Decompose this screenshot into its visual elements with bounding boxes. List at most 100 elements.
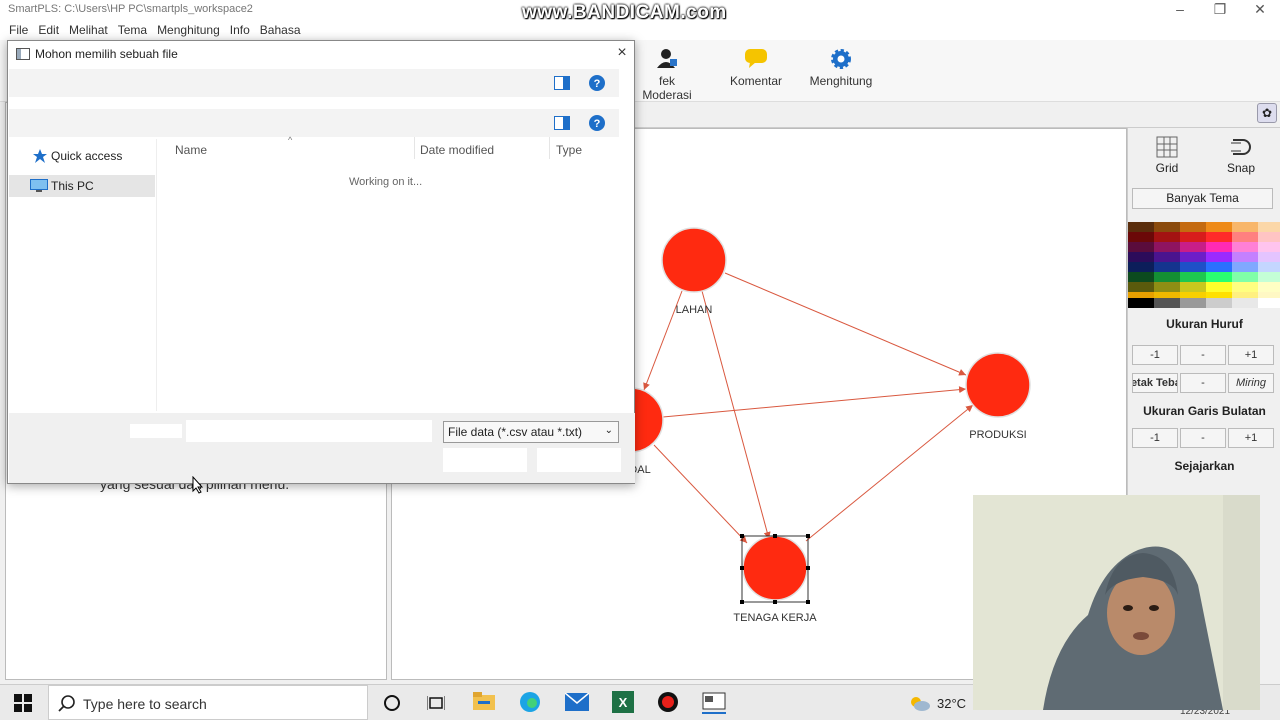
snap-button[interactable]: Snap (1224, 136, 1258, 175)
font-size-decrease-button[interactable]: -1 (1132, 345, 1178, 365)
dialog-toolbar (9, 109, 619, 137)
taskbar-search[interactable]: Type here to search (48, 685, 368, 720)
presenter-video (973, 495, 1260, 710)
menu-bar: File Edit Melihat Tema Menghitung Info B… (0, 20, 1280, 40)
mail-icon[interactable] (564, 692, 590, 714)
maximize-button[interactable]: ❐ (1200, 0, 1240, 20)
italic-button[interactable]: Miring (1228, 373, 1274, 393)
color-palette[interactable] (1128, 222, 1280, 308)
loading-status: Working on it... (349, 176, 423, 188)
filename-label-placeholder (130, 424, 182, 438)
smartpls-taskbar-icon[interactable] (702, 692, 726, 714)
file-explorer-icon[interactable] (473, 692, 495, 715)
nav-this-pc[interactable]: This PC (9, 175, 155, 197)
column-date-header[interactable]: Date modified (420, 143, 494, 157)
bandicam-icon[interactable] (657, 691, 679, 716)
calculate-label: Menghitung (809, 74, 873, 88)
grid-icon (1156, 136, 1178, 158)
column-name-header[interactable]: Name (175, 143, 207, 157)
comment-button[interactable]: Komentar (726, 48, 786, 88)
windows-start-button[interactable] (14, 694, 32, 715)
window-title: SmartPLS: C:\Users\HP PC\smartpls_worksp… (8, 3, 253, 15)
weather-icon[interactable] (908, 694, 930, 715)
column-type-header[interactable]: Type (556, 143, 582, 157)
search-placeholder: Type here to search (83, 696, 207, 712)
comment-icon (745, 48, 767, 68)
font-size-increase-button[interactable]: +1 (1228, 345, 1274, 365)
ghost-toolbar (9, 69, 619, 97)
edge-browser-icon[interactable] (519, 691, 541, 716)
cursor-icon (192, 476, 204, 494)
dialog-close-button[interactable]: × (612, 43, 632, 63)
edge-modal-produksi[interactable] (662, 386, 967, 418)
edge-lahan-produksi[interactable] (724, 272, 967, 376)
sort-arrow-icon: ^ (288, 135, 293, 145)
dialog-title-bar: Mohon memilih sebuah file × (8, 41, 634, 67)
user-add-icon (656, 48, 678, 68)
align-heading: Sejajarkan (1174, 459, 1235, 473)
excel-icon[interactable]: X (612, 691, 634, 716)
menu-view[interactable]: Melihat (64, 20, 113, 40)
open-button[interactable] (443, 448, 527, 472)
computer-icon (30, 179, 48, 192)
cortana-icon[interactable] (383, 694, 401, 715)
moderation-label: fek Moderasi (642, 74, 692, 102)
node-label-lahan: LAHAN (676, 304, 713, 316)
bold-button[interactable]: Cetak Tebal (1132, 373, 1178, 393)
preview-pane-icon[interactable] (554, 116, 570, 133)
window-icon (16, 48, 30, 60)
menu-edit[interactable]: Edit (33, 20, 64, 40)
menu-theme[interactable]: Tema (113, 20, 152, 40)
help-icon[interactable]: ? (588, 74, 606, 95)
chevron-down-icon: ⌄ (604, 425, 613, 436)
moderation-button[interactable]: fek Moderasi (634, 48, 700, 102)
menu-language[interactable]: Bahasa (255, 20, 306, 40)
comment-label: Komentar (729, 74, 783, 88)
magnet-icon (1231, 139, 1251, 155)
edge-lahan-tenaga[interactable] (701, 290, 771, 540)
grid-button[interactable]: Grid (1150, 136, 1184, 175)
task-view-icon[interactable] (426, 694, 446, 715)
line-size-increase-button[interactable]: +1 (1228, 428, 1274, 448)
line-size-reset-button[interactable]: - (1180, 428, 1226, 448)
font-size-heading: Ukuran Huruf (1166, 317, 1243, 331)
node-lahan[interactable] (661, 227, 727, 293)
palette-icon[interactable]: ✿ (1257, 103, 1277, 123)
style-reset-button[interactable]: - (1180, 373, 1226, 393)
help-icon[interactable]: ? (588, 114, 606, 135)
nav-this-pc-label: This PC (51, 179, 94, 193)
minimize-button[interactable]: – (1160, 0, 1200, 20)
line-size-decrease-button[interactable]: -1 (1132, 428, 1178, 448)
cancel-button[interactable] (537, 448, 621, 472)
node-label-tenaga-kerja: TENAGA KERJA (733, 612, 817, 624)
webcam-overlay (973, 495, 1260, 710)
windows-logo-icon (14, 694, 32, 712)
grid-label: Grid (1155, 161, 1179, 175)
star-icon (33, 149, 47, 163)
menu-file[interactable]: File (4, 20, 33, 40)
calculate-button[interactable]: Menghitung (806, 48, 876, 88)
node-tenaga-kerja[interactable] (742, 535, 808, 601)
themes-button[interactable]: Banyak Tema (1132, 188, 1273, 209)
temperature-text: 32°C (937, 696, 967, 711)
navigation-pane: Quick access This PC (9, 139, 157, 411)
file-open-dialog: Mohon memilih sebuah file × ? ? ^ Name D… (7, 40, 635, 484)
circle-line-heading: Ukuran Garis Bulatan (1143, 404, 1266, 418)
file-type-select[interactable]: File data (*.csv atau *.txt) ⌄ (443, 421, 619, 443)
menu-info[interactable]: Info (225, 20, 255, 40)
menu-calculate[interactable]: Menghitung (152, 20, 225, 40)
edge-modal-tenaga[interactable] (653, 444, 748, 544)
close-window-button[interactable]: ✕ (1240, 0, 1280, 20)
snap-label: Snap (1226, 161, 1256, 175)
font-size-reset-button[interactable]: - (1180, 345, 1226, 365)
edge-tenaga-produksi[interactable] (805, 404, 974, 542)
nav-quick-access[interactable]: Quick access (9, 145, 155, 167)
filename-input[interactable] (186, 420, 432, 442)
preview-pane-icon[interactable] (554, 76, 570, 93)
node-produksi[interactable] (965, 352, 1031, 418)
svg-text:?: ? (594, 78, 601, 90)
svg-text:X: X (619, 695, 628, 710)
file-type-value: File data (*.csv atau *.txt) (448, 425, 583, 439)
search-icon (58, 695, 75, 712)
nav-quick-access-label: Quick access (51, 149, 123, 163)
